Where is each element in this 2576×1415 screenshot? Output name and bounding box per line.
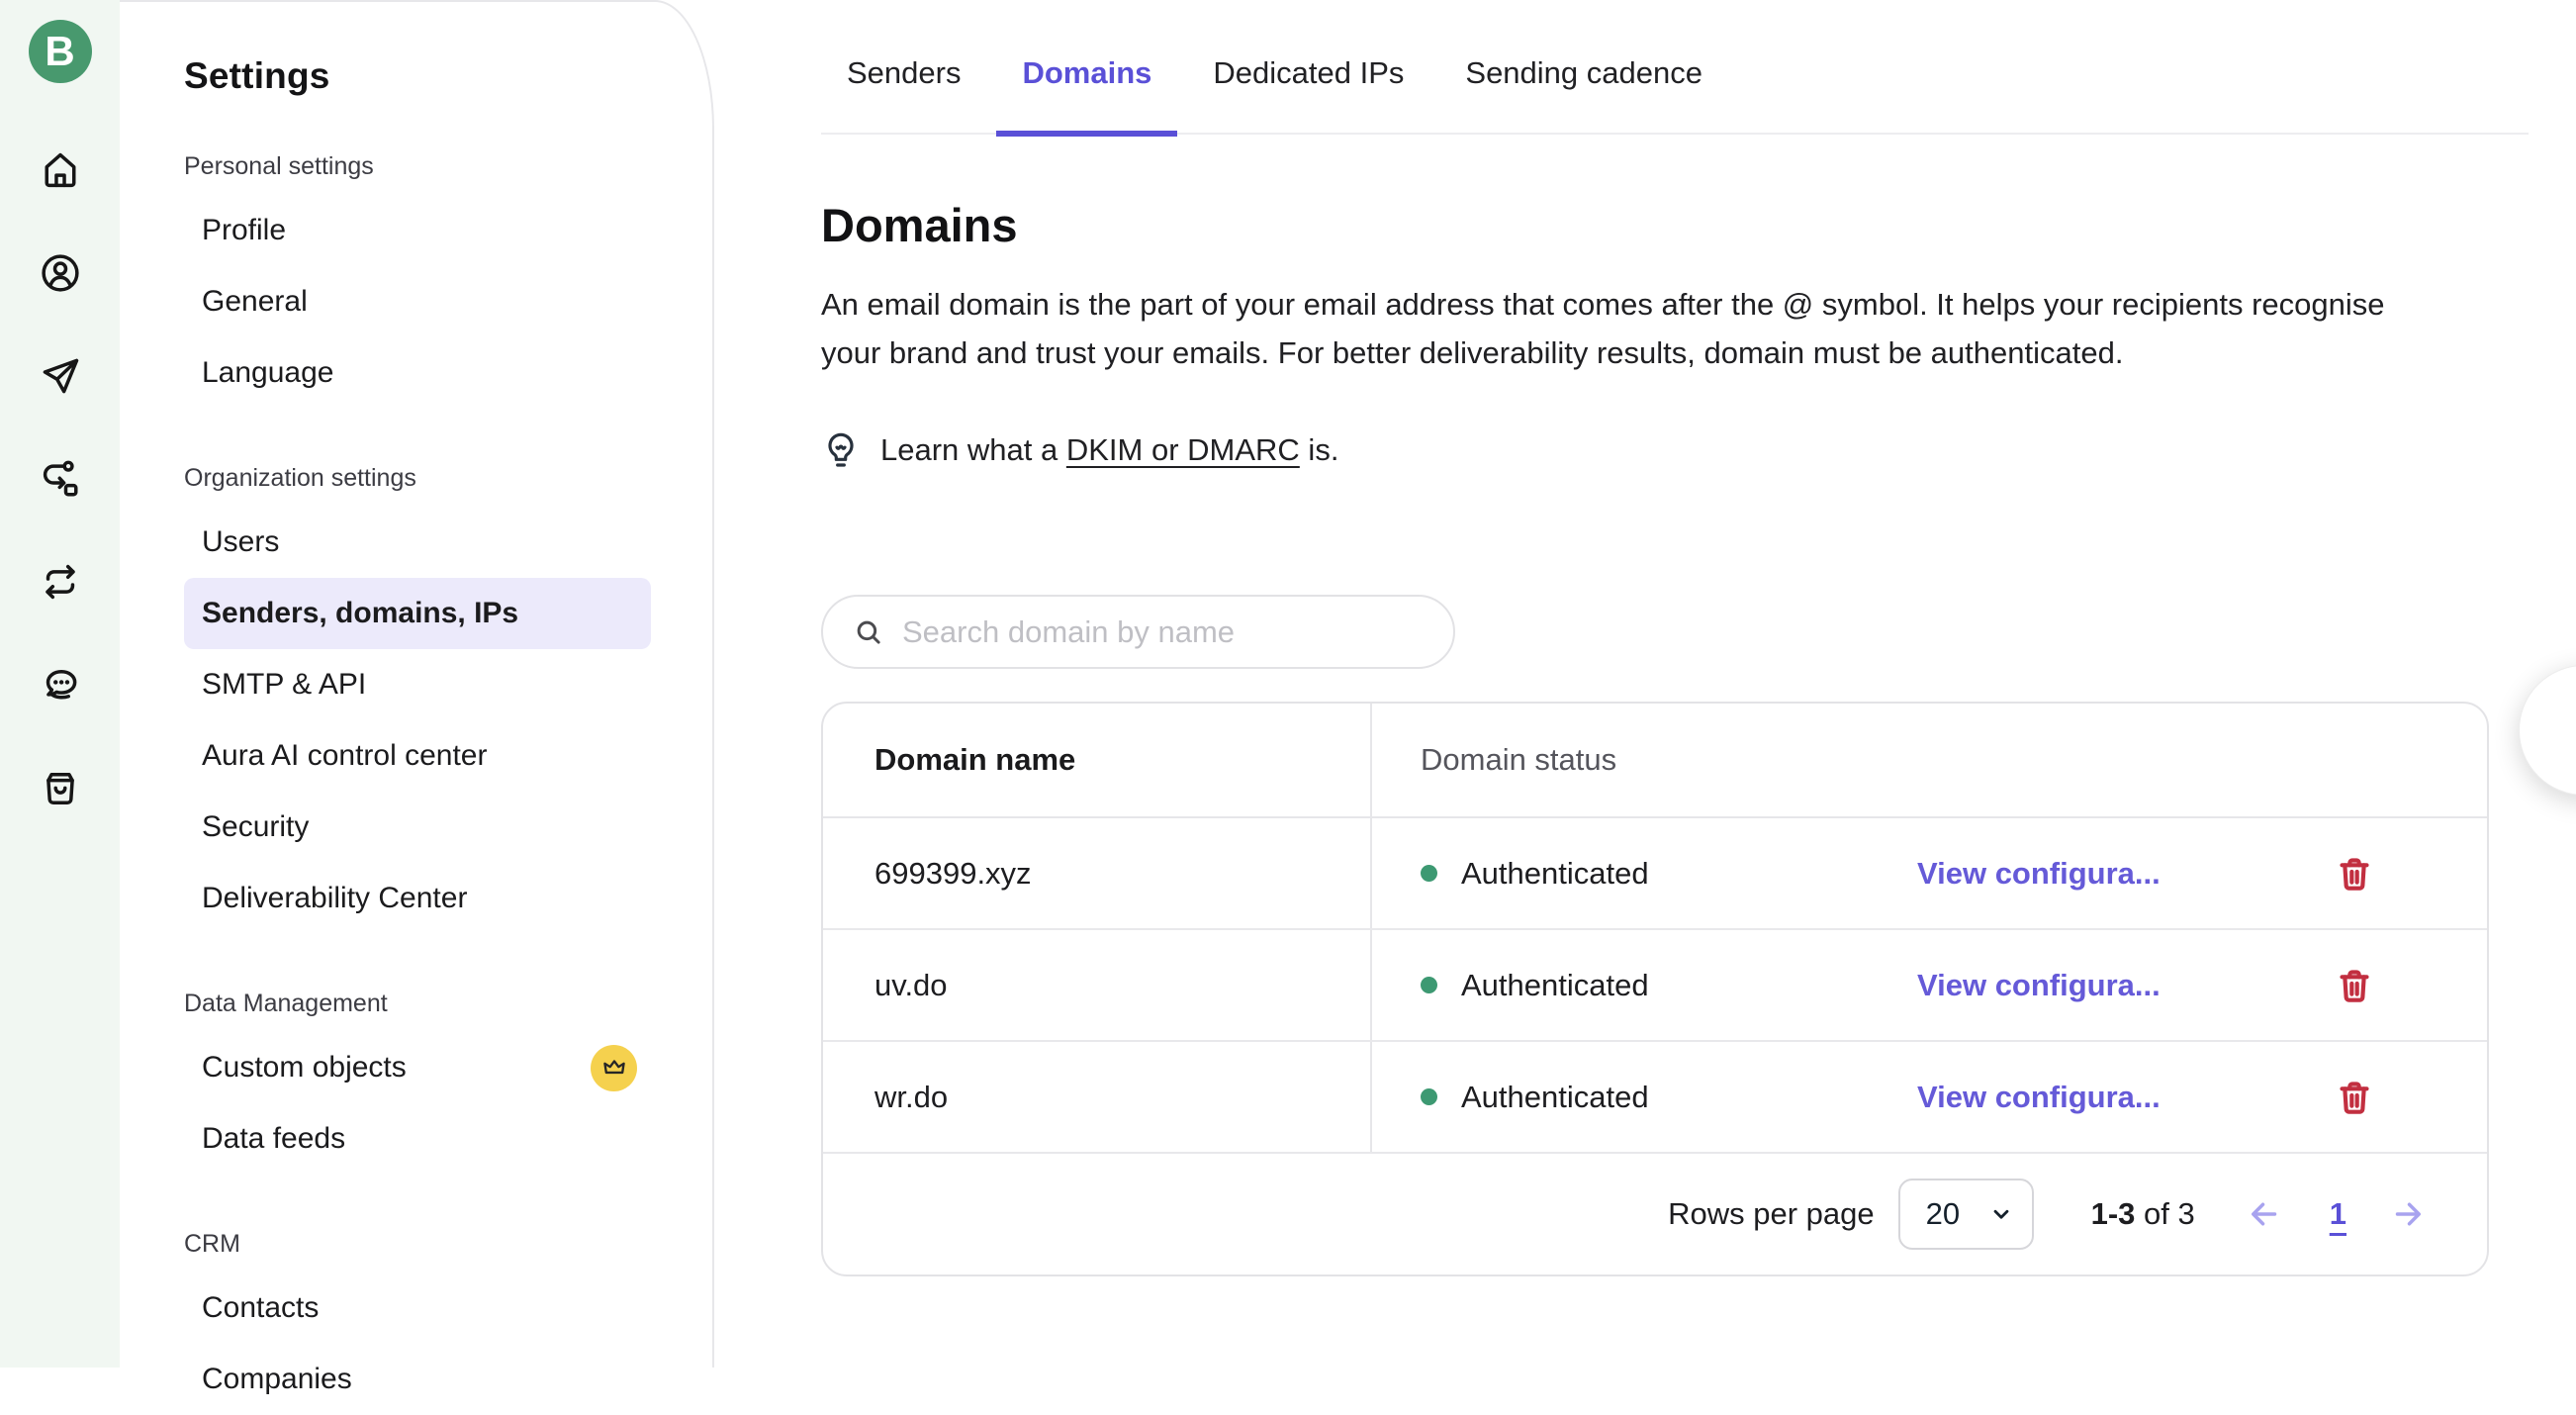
home-icon[interactable] — [39, 148, 82, 192]
sidebar-item-custom-objects[interactable]: Custom objects — [184, 1032, 651, 1103]
domain-name-cell: uv.do — [823, 930, 1372, 1040]
sidebar-item-label: Custom objects — [202, 1051, 407, 1085]
sidebar-item-companies[interactable]: Companies — [184, 1344, 651, 1415]
sidebar-item-data-feeds[interactable]: Data feeds — [184, 1103, 651, 1175]
ecommerce-bag-icon[interactable] — [39, 766, 82, 809]
table-header-row: Domain name Domain status — [823, 704, 2487, 818]
arrow-right-icon — [2390, 1196, 2426, 1232]
view-configuration-link[interactable]: View configura... — [1917, 1080, 2161, 1115]
main-content: Senders Domains Dedicated IPs Sending ca… — [715, 0, 2576, 1368]
sidebar-item-senders-domains-ips[interactable]: Senders, domains, IPs — [184, 578, 651, 649]
status-badge: Authenticated — [1421, 968, 1917, 1003]
status-dot-icon — [1421, 865, 1437, 882]
conversations-chat-icon[interactable] — [39, 663, 82, 707]
prev-page-button[interactable] — [2245, 1194, 2284, 1234]
table-row: 699399.xyz Authenticated View configura.… — [823, 818, 2487, 930]
brevo-logo[interactable]: B — [29, 20, 92, 83]
trash-icon — [2335, 966, 2374, 1005]
domain-name-cell: 699399.xyz — [823, 818, 1372, 928]
tip-row: Learn what a DKIM or DMARC is. — [821, 430, 2489, 470]
status-dot-icon — [1421, 1088, 1437, 1105]
status-badge: Authenticated — [1421, 1080, 1917, 1115]
table-row: uv.do Authenticated View configura... — [823, 930, 2487, 1042]
dkim-dmarc-link[interactable]: DKIM or DMARC — [1066, 432, 1300, 467]
sidebar-item-contacts[interactable]: Contacts — [184, 1273, 651, 1344]
delete-domain-button[interactable] — [2333, 964, 2376, 1007]
page-title: Domains — [821, 198, 2489, 252]
rows-per-page-label: Rows per page — [1668, 1196, 1875, 1232]
column-domain-name: Domain name — [823, 704, 1372, 816]
rows-per-page-select[interactable]: 20 — [1898, 1179, 2034, 1250]
trash-icon — [2335, 1078, 2374, 1117]
arrow-left-icon — [2247, 1196, 2282, 1232]
pagination-range: 1-3 of 3 — [2091, 1196, 2195, 1232]
campaigns-send-icon[interactable] — [39, 354, 82, 398]
domains-table: Domain name Domain status 699399.xyz Aut… — [821, 702, 2489, 1276]
trash-icon — [2335, 854, 2374, 894]
search-box — [821, 595, 1455, 669]
sidebar-item-language[interactable]: Language — [184, 337, 651, 409]
view-configuration-link[interactable]: View configura... — [1917, 968, 2161, 1003]
table-pagination: Rows per page 20 1-3 of 3 1 — [823, 1154, 2487, 1274]
section-data-management: Data Management — [184, 990, 712, 1018]
table-row: wr.do Authenticated View configura... — [823, 1042, 2487, 1154]
sidebar-item-security[interactable]: Security — [184, 792, 651, 863]
section-organization-settings: Organization settings — [184, 464, 712, 493]
settings-sidebar: Settings Personal settings Profile Gener… — [120, 0, 714, 1368]
next-page-button[interactable] — [2388, 1194, 2428, 1234]
tab-dedicated-ips[interactable]: Dedicated IPs — [1187, 55, 1429, 137]
sidebar-item-general[interactable]: General — [184, 266, 651, 337]
lightbulb-icon — [821, 430, 861, 470]
delete-domain-button[interactable] — [2333, 1076, 2376, 1119]
automation-icon[interactable] — [39, 457, 82, 501]
status-badge: Authenticated — [1421, 856, 1917, 892]
page-1-link[interactable]: 1 — [2330, 1196, 2346, 1232]
chevron-down-icon — [1988, 1201, 2014, 1227]
tab-domains[interactable]: Domains — [996, 55, 1177, 137]
page-description: An email domain is the part of your emai… — [821, 280, 2443, 377]
search-icon — [853, 616, 884, 648]
contacts-icon[interactable] — [39, 251, 82, 295]
column-domain-status: Domain status — [1372, 742, 2487, 778]
premium-crown-icon — [591, 1045, 637, 1091]
sidebar-title: Settings — [184, 55, 712, 97]
sidebar-item-profile[interactable]: Profile — [184, 195, 651, 266]
sidebar-item-users[interactable]: Users — [184, 507, 651, 578]
delete-domain-button[interactable] — [2333, 852, 2376, 896]
status-dot-icon — [1421, 977, 1437, 993]
transactional-sync-icon[interactable] — [39, 560, 82, 604]
section-crm: CRM — [184, 1230, 712, 1259]
section-personal-settings: Personal settings — [184, 152, 712, 181]
sidebar-item-deliverability-center[interactable]: Deliverability Center — [184, 863, 651, 934]
tip-text: Learn what a DKIM or DMARC is. — [880, 432, 1338, 468]
tab-senders[interactable]: Senders — [821, 55, 986, 137]
sidebar-item-smtp-api[interactable]: SMTP & API — [184, 649, 651, 720]
search-domain-input[interactable] — [902, 614, 1429, 650]
tab-sending-cadence[interactable]: Sending cadence — [1439, 55, 1728, 137]
view-configuration-link[interactable]: View configura... — [1917, 856, 2161, 892]
app-icon-rail: B — [0, 0, 120, 1368]
sidebar-item-aura-ai[interactable]: Aura AI control center — [184, 720, 651, 792]
domain-name-cell: wr.do — [823, 1042, 1372, 1152]
tab-bar: Senders Domains Dedicated IPs Sending ca… — [821, 0, 2529, 135]
